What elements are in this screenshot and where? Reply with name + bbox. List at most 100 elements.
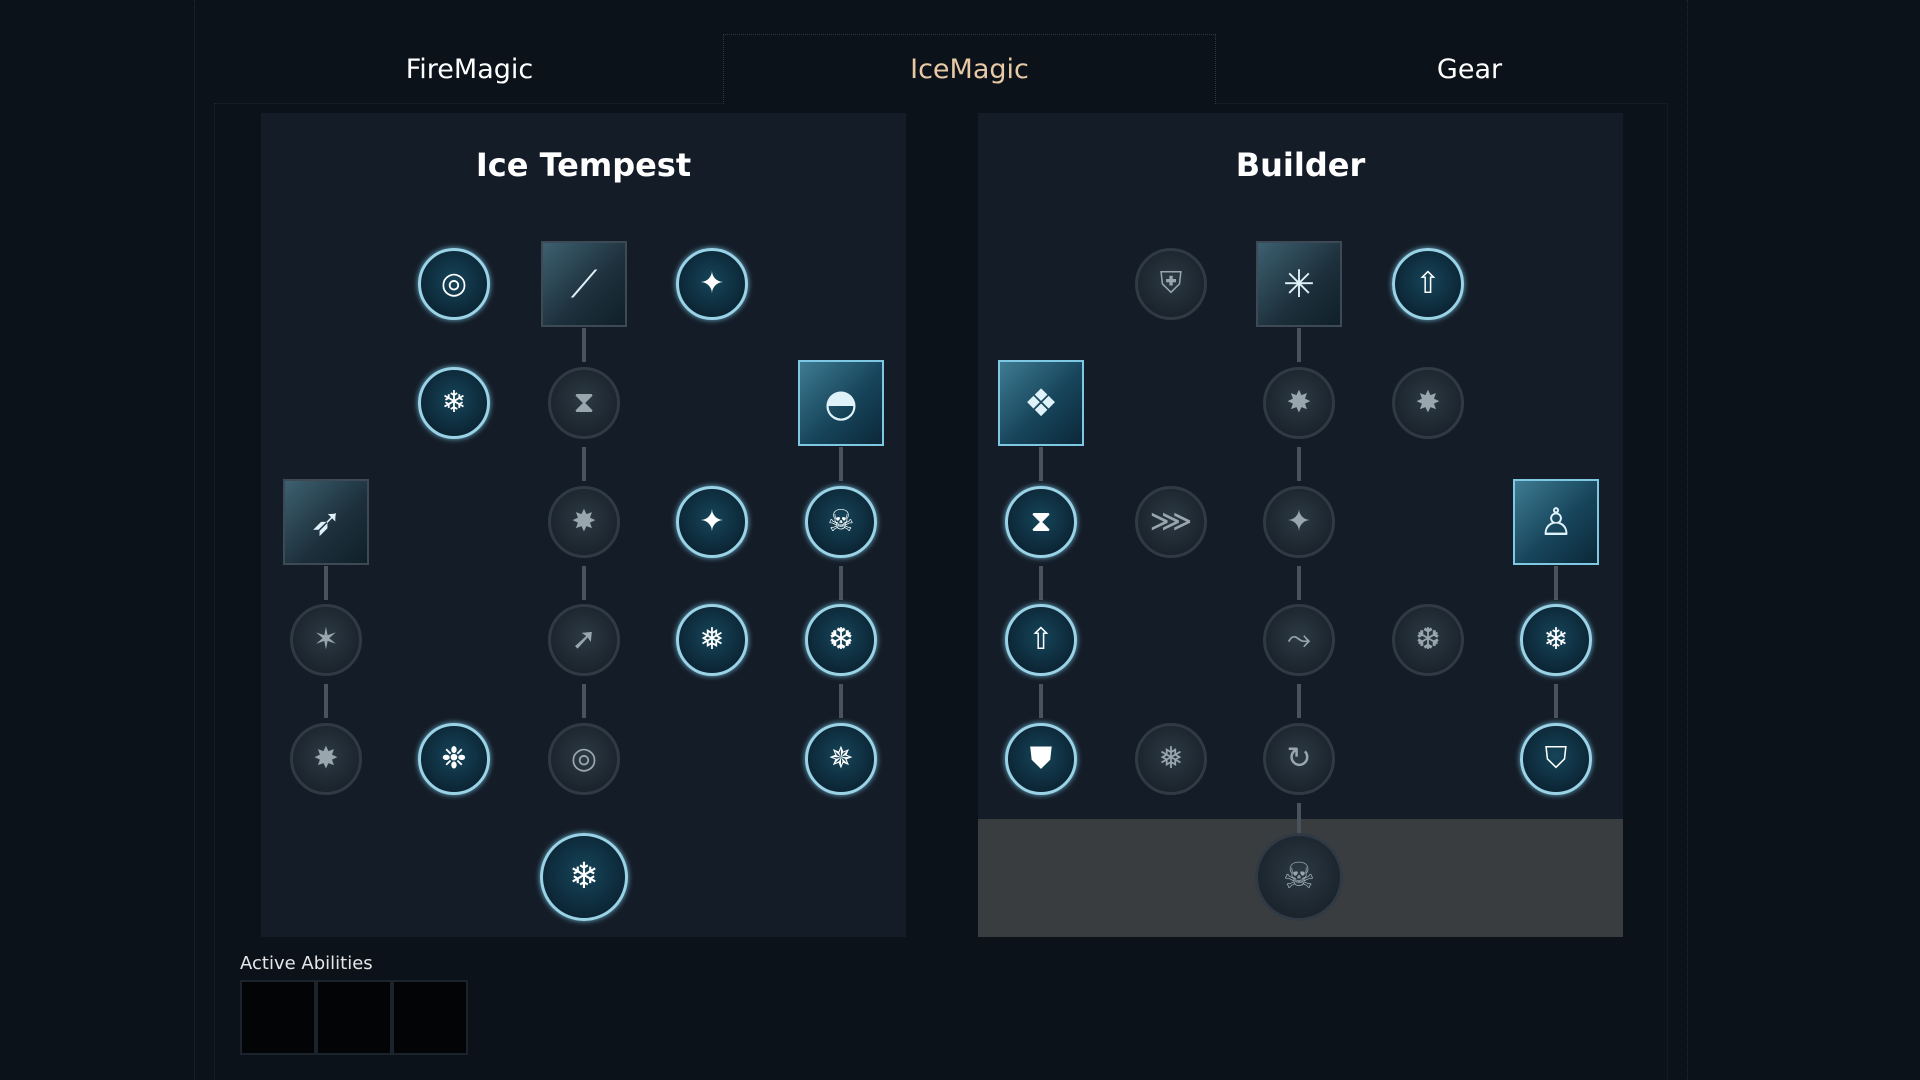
ability-slot[interactable] bbox=[240, 980, 316, 1055]
snowflake-ring-icon: ❆ bbox=[1415, 622, 1441, 657]
ability-slot[interactable] bbox=[392, 980, 468, 1055]
skill-node-shield-axe[interactable]: ⛨ bbox=[1135, 248, 1207, 320]
star-plus-icon: ✦ bbox=[1286, 504, 1312, 539]
tab-gear[interactable]: Gear bbox=[1223, 34, 1716, 104]
skill-node-star-plus-dim[interactable]: ✦ bbox=[1263, 486, 1335, 558]
ice-lance-icon: ➶ bbox=[310, 500, 342, 544]
tree-connector bbox=[582, 447, 586, 481]
dash-icon: ⋙ bbox=[1149, 504, 1193, 539]
tree-connector bbox=[1297, 684, 1301, 718]
skill-node-burst-up-2[interactable]: ✸ bbox=[1392, 367, 1464, 439]
tree-connector bbox=[324, 566, 328, 600]
skill-node-snowflake-ring[interactable]: ❆ bbox=[1392, 604, 1464, 676]
skill-node-snowflake-arch[interactable]: ❆ bbox=[805, 604, 877, 676]
skill-node-ring-spin-dim[interactable]: ◎ bbox=[548, 723, 620, 795]
ice-shatter-icon: ❖ bbox=[1023, 381, 1059, 425]
shield-axe-icon: ⛨ bbox=[1159, 266, 1183, 301]
skill-node-snowflake-star[interactable]: ✶ bbox=[290, 604, 362, 676]
skull-hourglass-icon: ☠ bbox=[827, 504, 855, 539]
snowflake-shield-icon: ❄ bbox=[1543, 622, 1569, 657]
skill-node-arrow-up-right[interactable]: ➚ bbox=[548, 604, 620, 676]
active-abilities-label: Active Abilities bbox=[240, 953, 373, 974]
skill-node-burst-up[interactable]: ✸ bbox=[548, 486, 620, 558]
skill-node-ring-spin[interactable]: ◎ bbox=[418, 248, 490, 320]
skill-node-skull-snowflake[interactable]: ☠ bbox=[1255, 833, 1343, 921]
tree-connector bbox=[1297, 328, 1301, 362]
hourglass-down-icon: ⧗ bbox=[573, 385, 595, 420]
skill-node-ring-snowflake[interactable]: ❄ bbox=[540, 833, 628, 921]
skull-snowflake-icon: ☠ bbox=[1282, 856, 1316, 897]
skill-node-dash[interactable]: ⋙ bbox=[1135, 486, 1207, 558]
ice-dome-icon: ◓ bbox=[824, 381, 858, 425]
skill-node-shield-sparkle[interactable]: ⛉ bbox=[1520, 723, 1592, 795]
skill-node-star-chevron[interactable]: ✦ bbox=[676, 486, 748, 558]
tab-firemagic[interactable]: FireMagic bbox=[223, 34, 716, 104]
burst-up-icon: ✸ bbox=[1286, 385, 1312, 420]
ring-snowflake-icon: ❄ bbox=[568, 856, 600, 897]
skill-node-cycle-arrow[interactable]: ↻ bbox=[1263, 723, 1335, 795]
skill-node-frost-figure[interactable]: ♙ bbox=[1513, 479, 1599, 565]
skill-node-ice-dome[interactable]: ◓ bbox=[798, 360, 884, 446]
tree-title: Builder bbox=[1235, 146, 1366, 184]
burst-up-icon: ✸ bbox=[571, 504, 597, 539]
skill-node-star-plus[interactable]: ✦ bbox=[676, 248, 748, 320]
tree-connector bbox=[839, 566, 843, 600]
tree-connector bbox=[1039, 566, 1043, 600]
slide-icon: ⤳ bbox=[1287, 622, 1311, 657]
skill-node-ice-shatter[interactable]: ❖ bbox=[998, 360, 1084, 446]
skill-node-ice-shards[interactable]: ⟋ bbox=[541, 241, 627, 327]
skill-node-ice-lance[interactable]: ➶ bbox=[283, 479, 369, 565]
shield-sparkle-icon: ⛉ bbox=[1544, 741, 1568, 776]
skill-node-snowflake-house[interactable]: ❅ bbox=[1135, 723, 1207, 795]
skill-node-burst-arrow[interactable]: ✸ bbox=[290, 723, 362, 795]
snowflake-star-icon: ✶ bbox=[313, 622, 339, 657]
tree-connector bbox=[1039, 447, 1043, 481]
skill-node-snowflake-cross[interactable]: ✵ bbox=[805, 723, 877, 795]
skill-node-snowflake-badge[interactable]: ❉ bbox=[418, 723, 490, 795]
snowflake-arch-icon: ❆ bbox=[828, 622, 854, 657]
skill-node-boot-up-2[interactable]: ⇧ bbox=[1005, 604, 1077, 676]
tree-title: Ice Tempest bbox=[475, 146, 692, 184]
skill-node-snowflake-shield[interactable]: ❄ bbox=[1520, 604, 1592, 676]
tree-connector bbox=[839, 684, 843, 718]
skill-node-armor[interactable]: ⛊ bbox=[1005, 723, 1077, 795]
arrow-up-right-icon: ➚ bbox=[571, 622, 597, 657]
star-plus-icon: ✦ bbox=[699, 266, 725, 301]
tree-connector bbox=[1297, 447, 1301, 481]
skill-node-hourglass-up[interactable]: ⧗ bbox=[1005, 486, 1077, 558]
skill-node-burst-up-1[interactable]: ✸ bbox=[1263, 367, 1335, 439]
boot-up-icon: ⇧ bbox=[1028, 622, 1054, 657]
tree-connector bbox=[1554, 684, 1558, 718]
tree-connector bbox=[582, 566, 586, 600]
snowflake-cross-icon: ✵ bbox=[828, 741, 854, 776]
skill-node-snowflake[interactable]: ❅ bbox=[676, 604, 748, 676]
tree-connector bbox=[839, 447, 843, 481]
star-chevron-icon: ✦ bbox=[699, 504, 725, 539]
skill-node-slide[interactable]: ⤳ bbox=[1263, 604, 1335, 676]
burst-arrow-icon: ✸ bbox=[313, 741, 339, 776]
tree-connector bbox=[582, 684, 586, 718]
tree-connector bbox=[582, 328, 586, 362]
skill-node-snowflake-down[interactable]: ❄ bbox=[418, 367, 490, 439]
hourglass-up-icon: ⧗ bbox=[1030, 504, 1052, 539]
ability-slot[interactable] bbox=[316, 980, 392, 1055]
snowflake-badge-icon: ❉ bbox=[441, 741, 467, 776]
ice-shards-icon: ⟋ bbox=[570, 262, 598, 306]
burst-up-icon: ✸ bbox=[1415, 385, 1441, 420]
armor-icon: ⛊ bbox=[1029, 741, 1053, 776]
snowflake-house-icon: ❅ bbox=[1158, 741, 1184, 776]
frost-figure-icon: ♙ bbox=[1538, 500, 1574, 544]
skill-node-boot-up[interactable]: ⇧ bbox=[1392, 248, 1464, 320]
skill-node-ice-spire[interactable]: ✳ bbox=[1256, 241, 1342, 327]
ring-spin-icon: ◎ bbox=[440, 266, 468, 301]
snowflake-icon: ❅ bbox=[699, 622, 725, 657]
skill-node-skull-hourglass[interactable]: ☠ bbox=[805, 486, 877, 558]
tab-icemagic[interactable]: IceMagic bbox=[723, 34, 1216, 104]
ring-spin-icon: ◎ bbox=[570, 741, 598, 776]
skill-node-hourglass-down[interactable]: ⧗ bbox=[548, 367, 620, 439]
tree-connector bbox=[1297, 803, 1301, 835]
skill-tree-builder: Builder ⛨ ✳ ⇧ ❖ ✸ ✸ ⧗ ⋙ ✦ ♙ ⇧ ⤳ ❆ ❄ ⛊ ❅ ↻ ⛉ ☠ bbox=[978, 113, 1623, 937]
tree-connector bbox=[1039, 684, 1043, 718]
tree-connector bbox=[1554, 566, 1558, 600]
tree-connector bbox=[324, 684, 328, 718]
